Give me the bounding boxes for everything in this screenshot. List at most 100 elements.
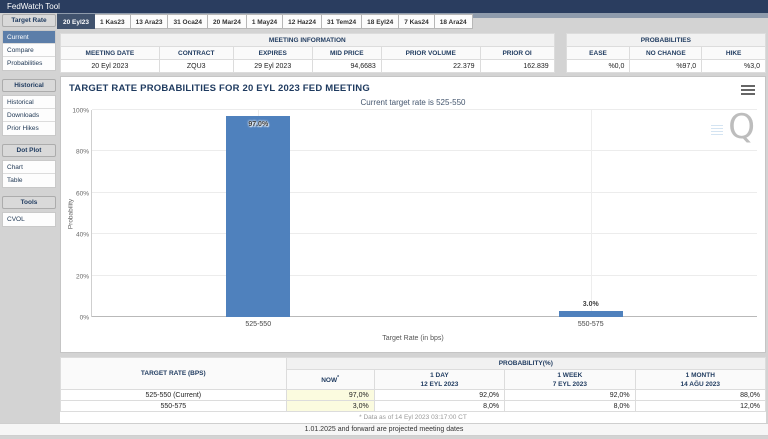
probability-history-table: TARGET RATE (BPS)PROBABILITY(%)NOW*1 DAY… (60, 357, 766, 412)
meeting-info-group-header: MEETING INFORMATION (61, 34, 555, 47)
sidebar-section-dot-plot: ChartTable (2, 160, 56, 188)
meeting-info-col-expires: EXPIRES (233, 47, 312, 60)
bar-525-550 (226, 116, 290, 317)
meeting-info-value-contract: ZQU3 (159, 60, 233, 73)
sidebar-section-header-target-rate: Target Rate (2, 14, 56, 27)
sidebar-item-prior-hikes[interactable]: Prior Hikes (3, 122, 55, 135)
meeting-info-value-mid-price: 94,6683 (312, 60, 381, 73)
meeting-info-value-prior-oi: 162.839 (480, 60, 554, 73)
meeting-information-table: MEETING INFORMATIONMEETING DATECONTRACTE… (60, 33, 555, 73)
prob-cell: 8,0% (374, 401, 504, 412)
prob-summary-group-header: PROBABILITIES (566, 34, 765, 47)
x-tick-525-550: 525-550 (245, 321, 271, 328)
tab-1-kas23[interactable]: 1 Kas23 (95, 14, 131, 29)
tab-31-tem24[interactable]: 31 Tem24 (322, 14, 362, 29)
gridline-100 (92, 109, 757, 110)
prob-cell: 97,0% (286, 390, 374, 401)
sidebar-item-table[interactable]: Table (3, 174, 55, 187)
sidebar-item-current[interactable]: Current (3, 31, 55, 44)
sidebar-section-tools: CVOL (2, 212, 56, 227)
app-title-bar: FedWatch Tool (0, 0, 768, 13)
meeting-info-value-meeting-date: 20 Eyl 2023 (61, 60, 160, 73)
meeting-info-col-mid-price: MID PRICE (312, 47, 381, 60)
chart-subtitle: Current target rate is 525-550 (61, 98, 765, 107)
y-tick-20: 20% (76, 273, 89, 280)
rate-cell: 525-550 (Current) (61, 390, 287, 401)
app-title: FedWatch Tool (7, 2, 60, 11)
sidebar-item-cvol[interactable]: CVOL (3, 213, 55, 226)
sidebar: Target Rate CurrentCompareProbabilities Hi… (2, 14, 56, 235)
prob-cell: 88,0% (635, 390, 765, 401)
sidebar-section-header-historical: Historical (2, 79, 56, 92)
tab-20-mar24[interactable]: 20 Mar24 (208, 14, 247, 29)
y-tick-80: 80% (76, 149, 89, 156)
tab-18-eyl24[interactable]: 18 Eyl24 (362, 14, 399, 29)
tab-20-eyl23[interactable]: 20 Eyl23 (57, 14, 95, 29)
sidebar-item-historical[interactable]: Historical (3, 96, 55, 109)
prob-cell: 8,0% (505, 401, 635, 412)
tab-12-haz24[interactable]: 12 Haz24 (283, 14, 322, 29)
probabilities-summary-table: PROBABILITIESEASENO CHANGEHIKE%0,0%97,0%… (566, 33, 766, 73)
prob-cell: 92,0% (374, 390, 504, 401)
sidebar-item-compare[interactable]: Compare (3, 44, 55, 57)
tab-1-may24[interactable]: 1 May24 (247, 14, 283, 29)
meeting-info-value-prior-volume: 22.379 (381, 60, 480, 73)
col-header-target-rate: TARGET RATE (BPS) (61, 358, 287, 390)
y-tick-0: 0% (80, 315, 89, 322)
meeting-tab-bar: 20 Eyl231 Kas2313 Ara2331 Oca2420 Mar241… (57, 14, 768, 30)
sidebar-item-probabilities[interactable]: Probabilities (3, 57, 55, 70)
gridline-40 (92, 233, 757, 234)
quikstrike-watermark: Q (713, 107, 757, 151)
category-guide-550-575 (591, 110, 592, 317)
bar-value-label-525-550: 97.0% (248, 121, 268, 128)
col-header-1-month: 1 MONTH14 AĞU 2023 (635, 370, 765, 390)
gridline-0 (92, 316, 757, 317)
y-tick-100: 100% (72, 108, 89, 115)
tab-13-ara23[interactable]: 13 Ara23 (131, 14, 169, 29)
meeting-info-col-prior-volume: PRIOR VOLUME (381, 47, 480, 60)
sidebar-section-header-dot-plot: Dot Plot (2, 144, 56, 157)
prob-summary-col-no-change: NO CHANGE (630, 47, 702, 60)
gridline-20 (92, 275, 757, 276)
prob-cell: 12,0% (635, 401, 765, 412)
table-row-525-550-current: 525-550 (Current)97,0%92,0%92,0%88,0% (61, 390, 766, 401)
group-header-probability: PROBABILITY(%) (286, 358, 765, 370)
q-logo-icon: Q (728, 107, 755, 147)
prob-cell: 92,0% (505, 390, 635, 401)
tab-18-ara24[interactable]: 18 Ara24 (435, 14, 473, 29)
sidebar-item-chart[interactable]: Chart (3, 161, 55, 174)
prob-summary-value-ease: %0,0 (566, 60, 630, 73)
probability-chart-panel: TARGET RATE PROBABILITIES FOR 20 EYL 202… (60, 76, 766, 353)
col-header-1-week: 1 WEEK7 EYL 2023 (505, 370, 635, 390)
info-tables-row: MEETING INFORMATIONMEETING DATECONTRACTE… (60, 33, 766, 73)
sidebar-section-historical: HistoricalDownloadsPrior Hikes (2, 95, 56, 136)
gridline-60 (92, 192, 757, 193)
chart-plot-area: 0%20%40%60%80%100%97.0%525-5503.0%550-57… (91, 110, 757, 317)
sidebar-section-target-rate: CurrentCompareProbabilities (2, 30, 56, 71)
meeting-info-col-prior-oi: PRIOR OI (480, 47, 554, 60)
tab-31-oca24[interactable]: 31 Oca24 (168, 14, 208, 29)
bar-550-575 (559, 311, 623, 317)
projection-note: 1.01.2025 and forward are projected meet… (0, 423, 768, 436)
rate-cell: 550-575 (61, 401, 287, 412)
prob-summary-col-ease: EASE (566, 47, 630, 60)
y-axis-label: Probability (68, 199, 75, 229)
sidebar-item-downloads[interactable]: Downloads (3, 109, 55, 122)
probability-history-table-wrap: TARGET RATE (BPS)PROBABILITY(%)NOW*1 DAY… (60, 357, 766, 412)
table-row-550-575: 550-5753,0%8,0%8,0%12,0% (61, 401, 766, 412)
x-axis-label: Target Rate (in bps) (61, 335, 765, 342)
meeting-info-value-expires: 29 Eyl 2023 (233, 60, 312, 73)
watermark-lines-icon (711, 125, 723, 136)
tab-7-kas24[interactable]: 7 Kas24 (399, 14, 435, 29)
bar-value-label-550-575: 3.0% (583, 301, 599, 308)
data-as-of-note: * Data as of 14 Eyl 2023 03:17:00 CT (60, 412, 766, 423)
chart-menu-icon[interactable] (741, 85, 755, 97)
x-tick-550-575: 550-575 (578, 321, 604, 328)
col-header-now: NOW* (286, 370, 374, 390)
sidebar-section-header-tools: Tools (2, 196, 56, 209)
y-tick-40: 40% (76, 232, 89, 239)
col-header-1-day: 1 DAY12 EYL 2023 (374, 370, 504, 390)
chart-title: TARGET RATE PROBABILITIES FOR 20 EYL 202… (69, 83, 370, 94)
meeting-info-col-contract: CONTRACT (159, 47, 233, 60)
y-tick-60: 60% (76, 190, 89, 197)
